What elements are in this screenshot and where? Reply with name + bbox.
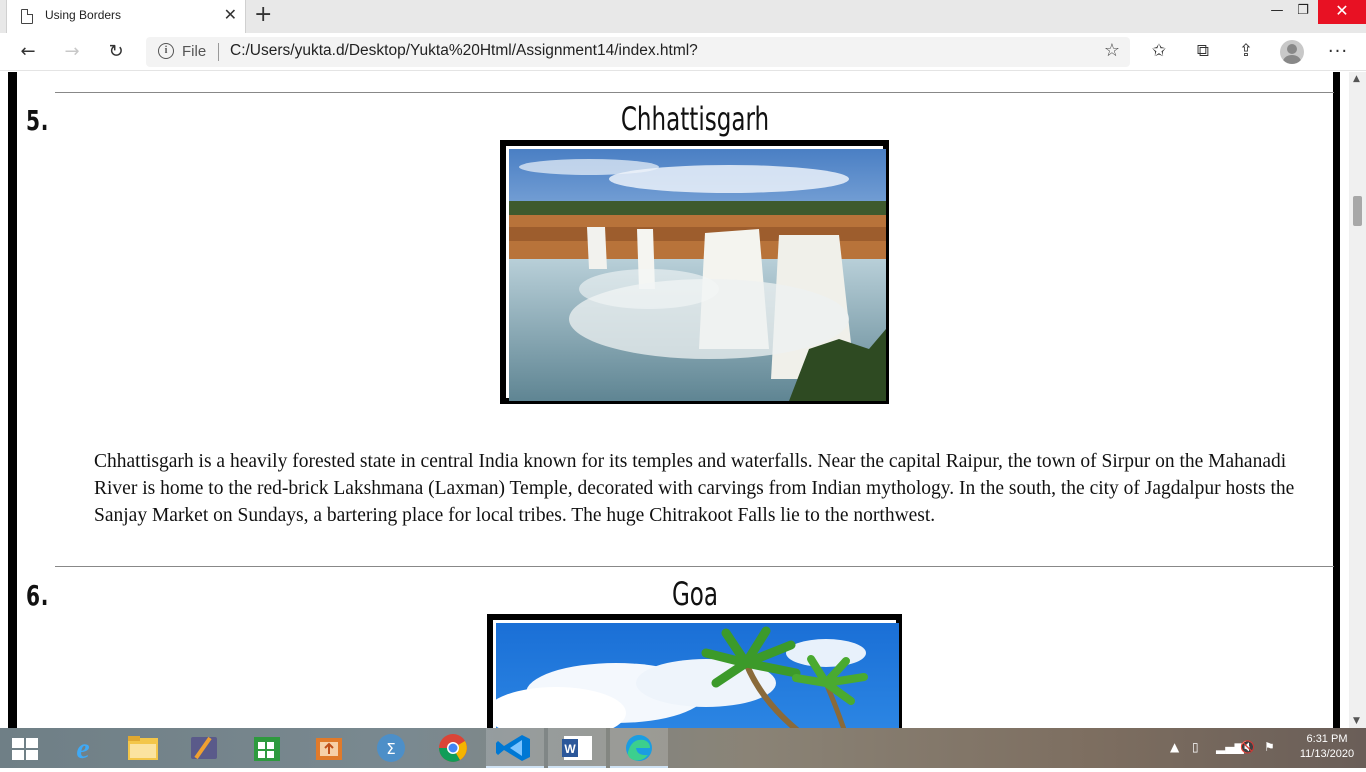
- forward-arrow-icon[interactable]: →: [58, 39, 86, 65]
- math-glyph: Σ: [377, 734, 405, 762]
- start-button[interactable]: [0, 728, 50, 768]
- internet-explorer-icon[interactable]: e: [54, 728, 112, 768]
- info-icon[interactable]: i: [158, 43, 174, 59]
- svg-text:W: W: [564, 742, 576, 756]
- new-tab-icon[interactable]: +: [254, 2, 272, 28]
- math-input-icon[interactable]: Σ: [362, 728, 420, 768]
- page-border-right: [1333, 72, 1340, 728]
- internet-explorer-glyph: e: [76, 732, 89, 765]
- upload-glyph: [316, 738, 342, 760]
- clock-time: 6:31 PM: [1306, 733, 1348, 745]
- favorites-icon[interactable]: ✩: [1147, 41, 1171, 61]
- clock-date: 11/13/2020: [1299, 748, 1355, 760]
- store-glyph: [254, 737, 280, 761]
- profile-avatar[interactable]: [1280, 40, 1304, 64]
- page-border-left: [8, 72, 17, 728]
- office-upload-icon[interactable]: [300, 728, 358, 768]
- windows-taskbar: e Σ W ▲ ▯ ▂▄▆ 🔇 ⚑ 6:31 PM 11/13/2020: [0, 728, 1366, 768]
- show-hidden-icons-icon[interactable]: ▲: [1170, 740, 1179, 754]
- favorite-star-icon[interactable]: ☆: [1104, 40, 1120, 61]
- share-icon[interactable]: ⇪: [1234, 41, 1258, 61]
- close-tab-icon[interactable]: ✕: [224, 5, 237, 25]
- close-window-icon[interactable]: ✕: [1318, 0, 1366, 24]
- refresh-icon[interactable]: ↻: [102, 39, 130, 65]
- waterfall-image: [509, 149, 886, 401]
- scroll-up-arrow-icon[interactable]: ▲: [1353, 74, 1360, 84]
- edge-icon[interactable]: [610, 728, 668, 768]
- section-divider: [55, 566, 1334, 567]
- section-title-text: Goa: [671, 575, 718, 613]
- chrome-glyph: [439, 734, 467, 762]
- system-clock[interactable]: 6:31 PM 11/13/2020: [1292, 732, 1362, 762]
- action-center-flag-icon[interactable]: ⚑: [1264, 740, 1275, 754]
- page-icon: [21, 9, 33, 24]
- chrome-icon[interactable]: [424, 728, 482, 768]
- vertical-scrollbar[interactable]: ▲ ▼: [1349, 72, 1366, 728]
- section-title[interactable]: Chhattisgarh: [0, 100, 1349, 138]
- more-options-icon[interactable]: ···: [1326, 41, 1350, 62]
- word-glyph: W: [562, 736, 592, 760]
- network-device-icon[interactable]: ▯: [1192, 740, 1199, 754]
- vscode-icon[interactable]: [486, 728, 544, 768]
- scheme-label: File: [182, 43, 207, 60]
- browser-title-bar: Using Borders ✕ + — ❐ ✕: [0, 0, 1366, 33]
- state-image-frame: [500, 140, 889, 404]
- scroll-down-arrow-icon[interactable]: ▼: [1353, 716, 1360, 726]
- url-text[interactable]: C:/Users/yukta.d/Desktop/Yukta%20Html/As…: [230, 42, 698, 60]
- word-icon[interactable]: W: [548, 728, 606, 768]
- state-image-frame: [486, 614, 902, 728]
- media-player-glyph: [191, 736, 217, 760]
- vscode-glyph: [496, 735, 530, 761]
- section-title[interactable]: Goa: [0, 575, 1349, 613]
- navigation-bar: ← → ↻ i File C:/Users/yukta.d/Desktop/Yu…: [0, 33, 1366, 71]
- address-separator: [218, 43, 219, 61]
- svg-text:e: e: [76, 732, 89, 765]
- svg-text:Σ: Σ: [386, 740, 395, 758]
- section-divider: [55, 92, 1334, 93]
- volume-muted-icon[interactable]: 🔇: [1240, 740, 1255, 754]
- tab-title: Using Borders: [45, 8, 122, 22]
- folder-glyph: [128, 736, 158, 760]
- address-bar[interactable]: i File C:/Users/yukta.d/Desktop/Yukta%20…: [146, 37, 1130, 67]
- section-title-text: Chhattisgarh: [620, 100, 769, 138]
- file-explorer-icon[interactable]: [114, 728, 172, 768]
- edge-glyph: [626, 735, 652, 761]
- store-icon[interactable]: [238, 728, 296, 768]
- beach-image: [486, 623, 899, 728]
- section-description: Chhattisgarh is a heavily forested state…: [94, 451, 1295, 526]
- windows-logo-icon: [12, 738, 38, 760]
- scrollbar-thumb[interactable]: [1353, 196, 1362, 226]
- page-viewport: 5. Chhattisgarh Chhattisgarh is a heavil…: [0, 72, 1349, 728]
- back-arrow-icon[interactable]: ←: [14, 39, 42, 65]
- collections-icon[interactable]: ⧉: [1191, 41, 1215, 61]
- browser-tab[interactable]: Using Borders ✕: [6, 0, 246, 33]
- media-player-icon[interactable]: [176, 728, 234, 768]
